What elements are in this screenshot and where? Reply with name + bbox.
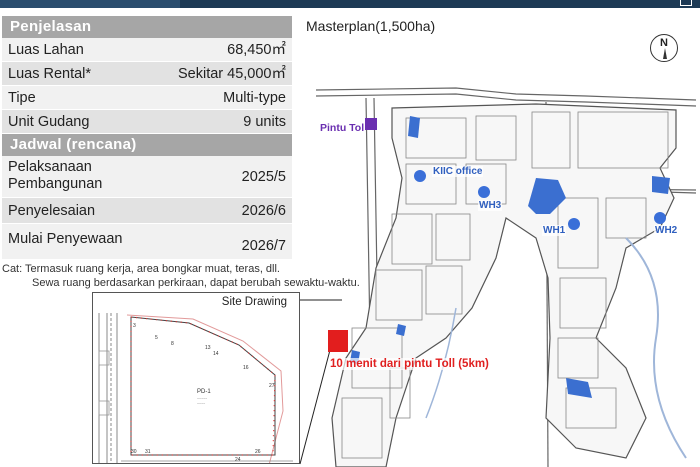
wh3-label: WH3 xyxy=(478,200,503,211)
map-title: Masterplan(1,500ha) xyxy=(306,18,436,34)
compass-arrow-icon xyxy=(663,48,667,59)
wh2-marker xyxy=(654,212,666,224)
office-marker xyxy=(414,170,426,182)
toll-label: Pintu Tol xyxy=(320,122,365,134)
wh3-marker xyxy=(478,186,490,198)
compass: N xyxy=(650,34,678,62)
office-label: KIIC office xyxy=(432,166,484,177)
wh1-marker xyxy=(568,218,580,230)
wh2-label: WH2 xyxy=(654,225,679,236)
toll-gate-marker xyxy=(365,118,377,130)
distance-label: 10 menit dari pintu Toll (5km) xyxy=(330,358,489,370)
wh1-label: WH1 xyxy=(542,225,567,236)
masterplan-map xyxy=(315,87,697,467)
site-location-marker xyxy=(328,330,348,352)
